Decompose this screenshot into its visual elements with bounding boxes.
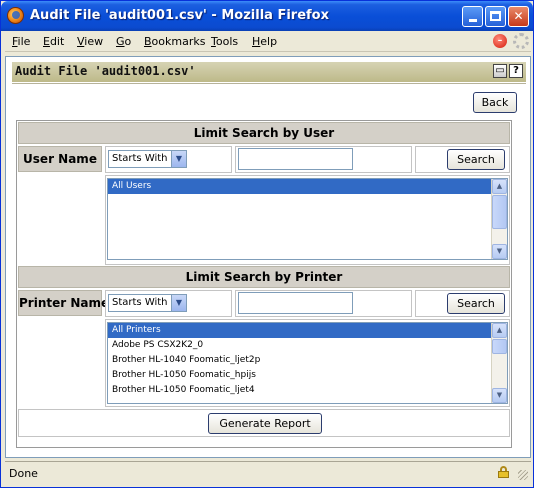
scroll-up-icon[interactable]: ▲	[492, 323, 507, 338]
user-name-label: User Name	[18, 146, 102, 172]
menu-go[interactable]: Go	[116, 35, 131, 48]
menu-bar: File Edit View Go Bookmarks Tools Help –	[5, 32, 531, 52]
generate-report-button[interactable]: Generate Report	[208, 413, 322, 434]
printer-list-item[interactable]: All Printers	[108, 323, 507, 338]
print-icon[interactable]: ▭	[493, 64, 507, 78]
lock-icon[interactable]	[498, 466, 509, 478]
user-list-scrollbar[interactable]: ▲ ▼	[491, 179, 507, 259]
menu-file[interactable]: File	[12, 35, 30, 48]
chevron-down-icon: ▼	[171, 151, 186, 167]
menu-tools[interactable]: Tools	[211, 35, 238, 48]
scroll-thumb[interactable]	[492, 339, 507, 354]
resize-grip-icon[interactable]	[518, 470, 528, 480]
page-content: Audit File 'audit001.csv' ▭ ? Back Limit…	[5, 56, 531, 458]
status-bar: Done	[5, 461, 531, 483]
printer-list-item[interactable]: Brother HL-1050 Foomatic_ljet4	[108, 383, 507, 398]
printer-list-item[interactable]: Adobe PS CSX2K2_0	[108, 338, 507, 353]
user-section-title: Limit Search by User	[18, 122, 510, 144]
menu-view[interactable]: View	[77, 35, 103, 48]
stop-icon[interactable]: –	[493, 34, 507, 48]
printer-filter-select[interactable]: Starts With ▼	[108, 294, 187, 312]
menu-bookmarks[interactable]: Bookmarks	[144, 35, 205, 48]
minimize-button[interactable]	[462, 6, 483, 27]
scroll-down-icon[interactable]: ▼	[492, 244, 507, 259]
printer-filter-cell: Starts With ▼	[105, 290, 232, 317]
search-form: Limit Search by User User Name Starts Wi…	[16, 120, 512, 448]
printer-input-cell	[235, 290, 412, 317]
printer-listbox[interactable]: All Printers Adobe PS CSX2K2_0 Brother HL-…	[107, 322, 508, 404]
header-divider	[12, 83, 526, 84]
window-title: Audit File 'audit001.csv' - Mozilla Fire…	[30, 8, 329, 23]
printer-search-cell: Search	[415, 290, 510, 317]
back-button[interactable]: Back	[473, 92, 517, 113]
close-button[interactable]: ✕	[508, 6, 529, 27]
printer-name-label: Printer Name	[18, 290, 109, 316]
user-search-button[interactable]: Search	[447, 149, 505, 170]
printer-list-scrollbar[interactable]: ▲ ▼	[491, 323, 507, 403]
user-search-input[interactable]	[238, 148, 353, 170]
printer-list-item[interactable]: Brother HL-1040 Foomatic_ljet2p	[108, 353, 507, 368]
user-filter-select[interactable]: Starts With ▼	[108, 150, 187, 168]
firefox-icon	[7, 7, 24, 24]
user-list-cell: All Users ▲ ▼	[105, 175, 510, 265]
user-input-cell	[235, 146, 412, 173]
help-icon[interactable]: ?	[509, 64, 523, 78]
title-bar[interactable]: Audit File 'audit001.csv' - Mozilla Fire…	[1, 1, 533, 31]
menu-help[interactable]: Help	[252, 35, 277, 48]
user-search-cell: Search	[415, 146, 510, 173]
page-title: Audit File 'audit001.csv'	[15, 64, 196, 78]
status-text: Done	[9, 467, 38, 480]
printer-search-button[interactable]: Search	[447, 293, 505, 314]
chevron-down-icon: ▼	[171, 295, 186, 311]
generate-cell: Generate Report	[18, 409, 510, 437]
browser-window: Audit File 'audit001.csv' - Mozilla Fire…	[0, 0, 534, 488]
printer-search-input[interactable]	[238, 292, 353, 314]
menu-edit[interactable]: Edit	[43, 35, 64, 48]
printer-section-title: Limit Search by Printer	[18, 266, 510, 288]
printer-list-item[interactable]: Brother HL-1050 Foomatic_hpijs	[108, 368, 507, 383]
user-listbox[interactable]: All Users ▲ ▼	[107, 178, 508, 260]
throbber-icon	[513, 33, 529, 49]
printer-list-cell: All Printers Adobe PS CSX2K2_0 Brother HL-…	[105, 319, 510, 407]
maximize-button[interactable]	[485, 6, 506, 27]
page-header: Audit File 'audit001.csv' ▭ ?	[12, 62, 526, 82]
scroll-down-icon[interactable]: ▼	[492, 388, 507, 403]
scroll-up-icon[interactable]: ▲	[492, 179, 507, 194]
user-filter-cell: Starts With ▼	[105, 146, 232, 173]
user-list-item[interactable]: All Users	[108, 179, 507, 194]
scroll-thumb[interactable]	[492, 195, 507, 229]
